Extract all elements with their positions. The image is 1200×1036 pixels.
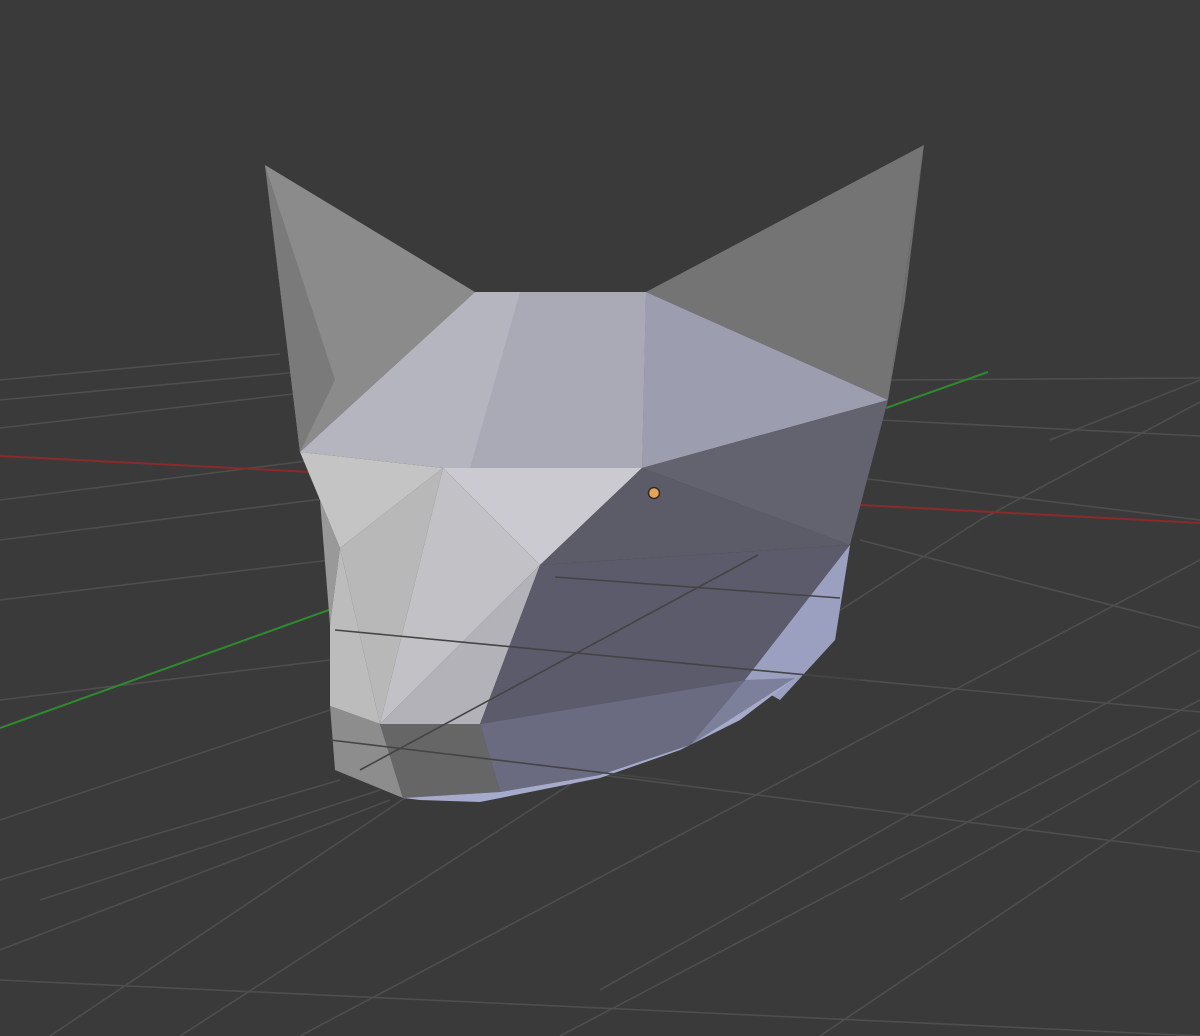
3d-viewport[interactable] <box>0 0 1200 1036</box>
viewport-canvas[interactable] <box>0 0 1200 1036</box>
y-axis-line-far <box>885 371 989 409</box>
x-axis-line <box>0 455 311 473</box>
object-origin-point[interactable] <box>647 486 661 500</box>
cat-head-mesh[interactable] <box>265 145 924 802</box>
